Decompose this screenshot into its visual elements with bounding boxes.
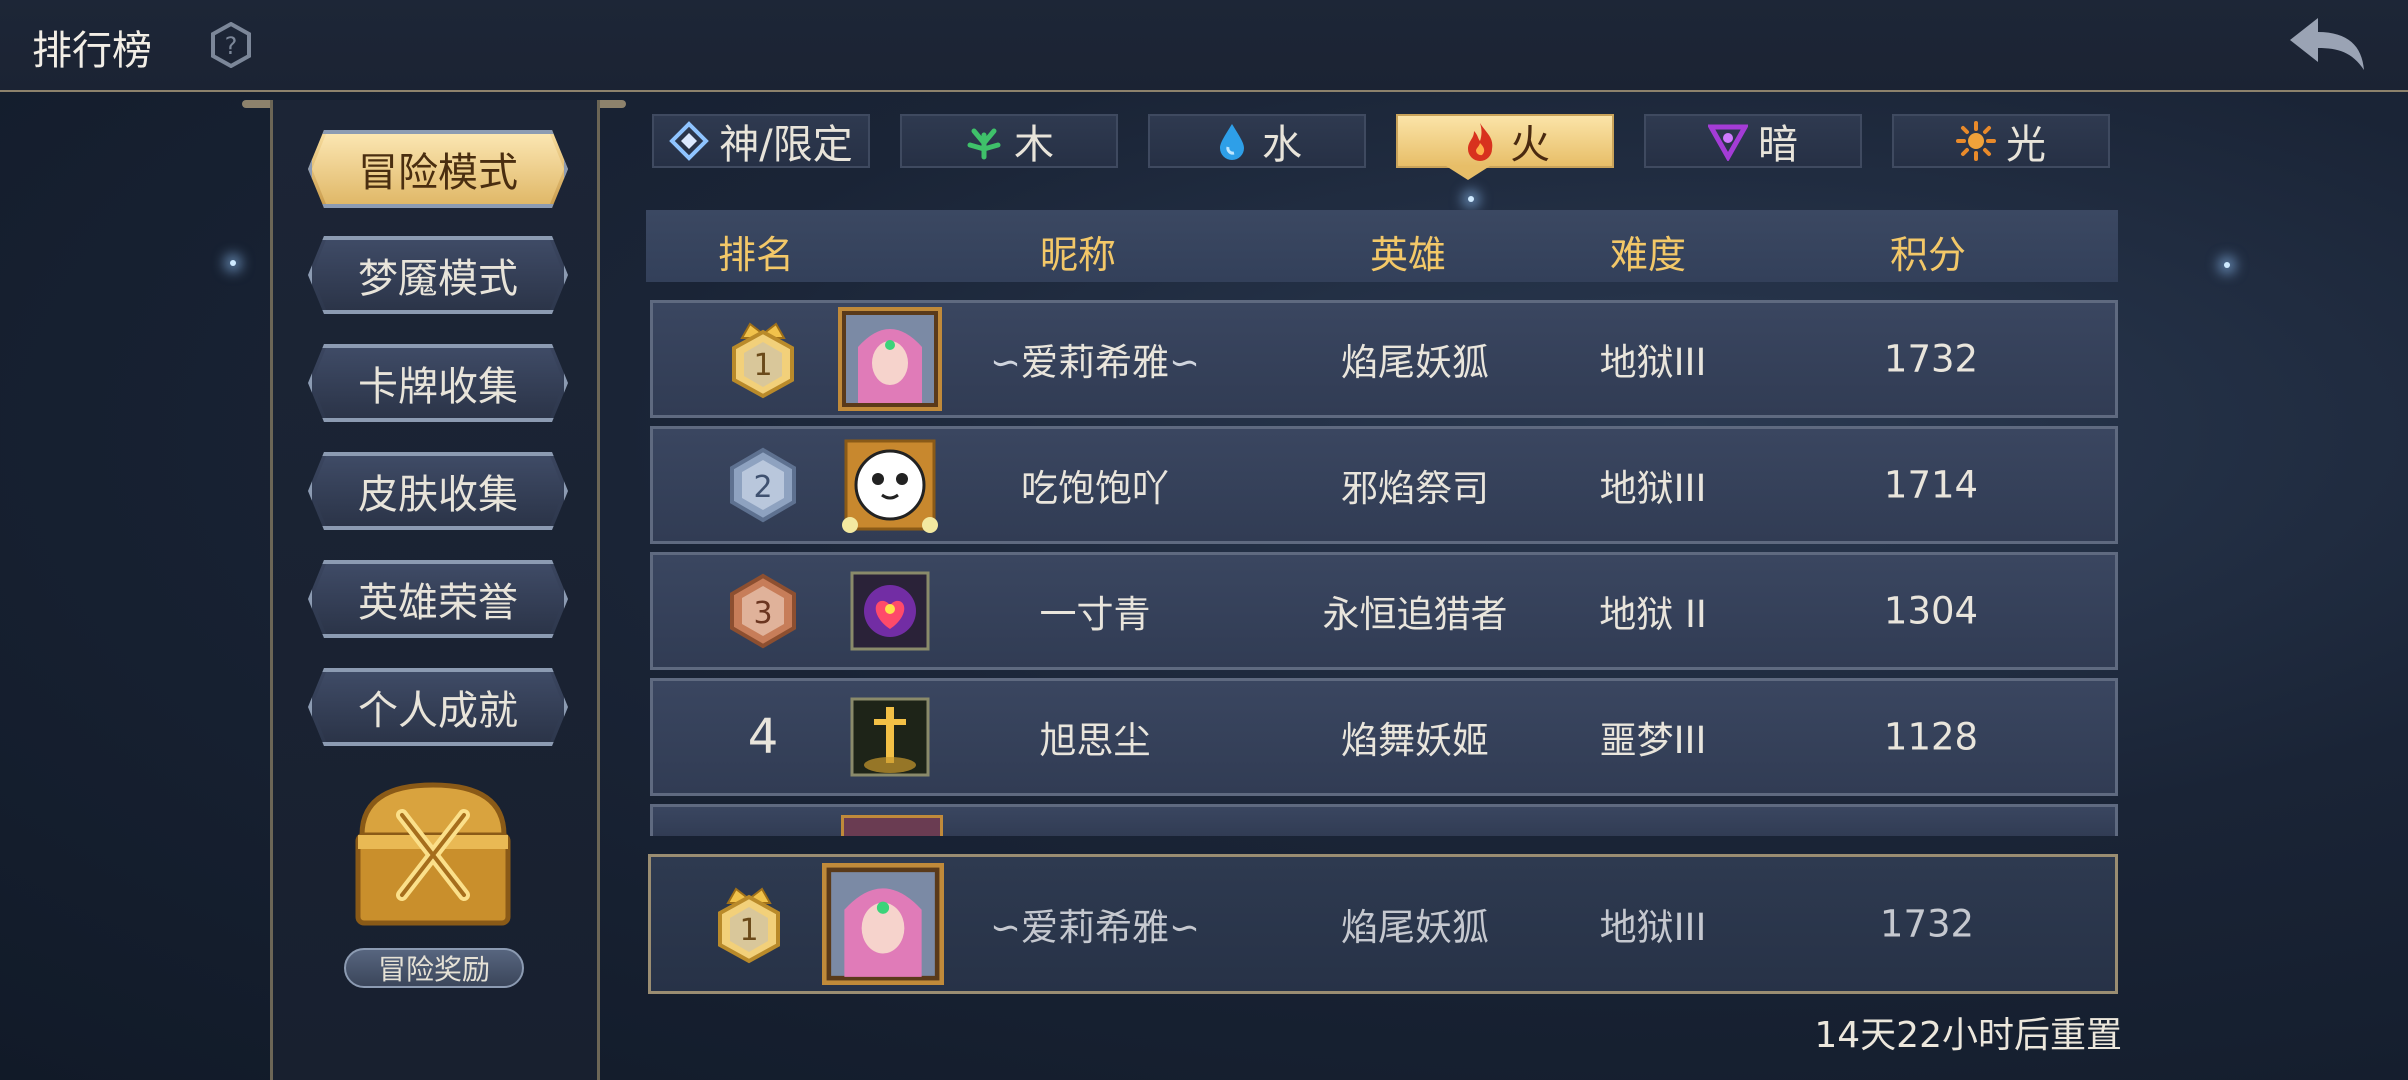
header-score: 积分 xyxy=(1889,233,1967,277)
reward-label-text: 冒险奖励 xyxy=(377,953,490,986)
header-hero: 英雄 xyxy=(1369,233,1447,277)
tab-light[interactable]: 光 xyxy=(1892,114,2110,168)
star-decoration xyxy=(1468,196,1474,202)
tab-label: 火 xyxy=(1510,122,1550,168)
player-avatar[interactable] xyxy=(841,815,943,836)
top-bar: 排行榜 ? xyxy=(0,0,2408,92)
mode-button-label: 冒险模式 xyxy=(358,150,518,196)
hero-cell: 焰尾妖狐 xyxy=(1341,341,1489,384)
tab-label: 光 xyxy=(2006,122,2046,168)
reset-timer: 14天22小时后重置 xyxy=(1814,1015,2122,1056)
active-tab-caret xyxy=(1446,166,1490,180)
tab-fire[interactable]: 火 xyxy=(1396,114,1614,168)
mode-button-label: 英雄荣誉 xyxy=(358,580,518,626)
page-title: 排行榜 xyxy=(32,28,152,74)
star-decoration xyxy=(230,260,236,266)
back-arrow-icon[interactable] xyxy=(2286,14,2370,76)
tab-label: 木 xyxy=(1014,122,1054,168)
svg-text:3: 3 xyxy=(753,596,772,631)
mode-button-nightmare[interactable]: 梦魇模式 xyxy=(308,236,568,314)
nickname-cell: 旭思尘 xyxy=(1039,719,1151,762)
bronze-medal-icon: 3 xyxy=(730,573,796,649)
gold-medal-icon: 1 xyxy=(718,887,780,964)
tab-label: 暗 xyxy=(1758,122,1798,168)
my-rank-row: 1 ∽爱莉希雅∽ 焰尾妖狐 地狱III 1732 xyxy=(648,854,2118,994)
table-row[interactable]: 4 旭思尘 焰舞妖姬 噩梦III 1128 xyxy=(650,678,2118,796)
dark-sigil-icon xyxy=(1708,124,1748,161)
nickname-cell: 一寸青 xyxy=(1039,593,1151,636)
table-header: 排名 昵称 英雄 难度 积分 xyxy=(646,210,2118,282)
svg-text:?: ? xyxy=(225,32,238,60)
treasure-chest-icon[interactable] xyxy=(340,775,526,935)
score-cell: 1714 xyxy=(1883,463,1979,507)
tab-wood[interactable]: 木 xyxy=(900,114,1118,168)
my-avatar[interactable] xyxy=(822,863,944,985)
difficulty-cell: 地狱 II xyxy=(1599,593,1707,636)
table-row[interactable]: 1 ∽爱莉希雅∽ 焰尾妖狐 地狱III 1732 xyxy=(650,300,2118,418)
player-avatar[interactable] xyxy=(850,571,930,651)
hero-cell: 邪焰祭司 xyxy=(1341,467,1489,510)
tab-label: 水 xyxy=(1262,122,1302,168)
svg-text:2: 2 xyxy=(753,470,772,505)
header-difficulty: 难度 xyxy=(1609,233,1687,277)
silver-medal-icon: 2 xyxy=(730,447,796,523)
rank-cell: 4 xyxy=(747,709,779,765)
svg-text:1: 1 xyxy=(739,913,758,948)
tab-dark[interactable]: 暗 xyxy=(1644,114,1862,168)
star-decoration xyxy=(2224,262,2230,268)
difficulty-cell: 地狱III xyxy=(1599,906,1707,949)
nickname-cell: 吃饱饱吖 xyxy=(1021,467,1169,510)
table-row[interactable] xyxy=(650,804,2118,836)
score-cell: 1304 xyxy=(1883,589,1979,633)
tab-water[interactable]: 水 xyxy=(1148,114,1366,168)
mode-button-skin-collection[interactable]: 皮肤收集 xyxy=(308,452,568,530)
header-rank: 排名 xyxy=(717,233,795,277)
difficulty-cell: 噩梦III xyxy=(1599,719,1707,762)
svg-text:1: 1 xyxy=(753,348,772,383)
hero-cell: 焰舞妖姬 xyxy=(1341,719,1489,762)
mode-button-card-collection[interactable]: 卡牌收集 xyxy=(308,344,568,422)
help-icon[interactable]: ? xyxy=(208,22,254,68)
difficulty-cell: 地狱III xyxy=(1599,341,1707,384)
mode-button-adventure[interactable]: 冒险模式 xyxy=(308,130,568,208)
adventure-reward-button[interactable]: 冒险奖励 xyxy=(344,948,524,988)
tab-label: 神/限定 xyxy=(719,122,853,168)
diamond-icon xyxy=(669,121,710,161)
gold-medal-icon: 1 xyxy=(732,322,794,399)
hero-cell: 永恒追猎者 xyxy=(1322,593,1508,636)
mode-button-achievements[interactable]: 个人成就 xyxy=(308,668,568,746)
sun-icon xyxy=(1956,121,1996,161)
player-avatar[interactable] xyxy=(838,307,942,411)
mode-button-hero-honor[interactable]: 英雄荣誉 xyxy=(308,560,568,638)
header-nickname: 昵称 xyxy=(1039,233,1117,277)
player-avatar[interactable] xyxy=(850,697,930,777)
hero-cell: 焰尾妖狐 xyxy=(1341,906,1489,949)
mode-button-label: 皮肤收集 xyxy=(358,472,518,518)
water-drop-icon xyxy=(1220,124,1244,160)
score-cell: 1128 xyxy=(1883,715,1979,759)
score-cell: 1732 xyxy=(1879,902,1975,946)
mode-button-label: 卡牌收集 xyxy=(358,364,518,410)
nickname-cell: ∽爱莉希雅∽ xyxy=(989,341,1201,384)
difficulty-cell: 地狱III xyxy=(1599,467,1707,510)
table-row[interactable]: 3 一寸青 永恒追猎者 地狱 II 1304 xyxy=(650,552,2118,670)
score-cell: 1732 xyxy=(1883,337,1979,381)
flame-icon xyxy=(1468,123,1493,161)
player-avatar[interactable] xyxy=(838,433,942,537)
leaf-icon xyxy=(967,128,1001,160)
table-row[interactable]: 2 吃饱饱吖 邪焰祭司 地狱III 1714 xyxy=(650,426,2118,544)
mode-button-label: 梦魇模式 xyxy=(358,256,518,302)
nickname-cell: ∽爱莉希雅∽ xyxy=(989,906,1201,949)
mode-button-label: 个人成就 xyxy=(358,688,518,734)
tab-divine-limited[interactable]: 神/限定 xyxy=(652,114,870,168)
